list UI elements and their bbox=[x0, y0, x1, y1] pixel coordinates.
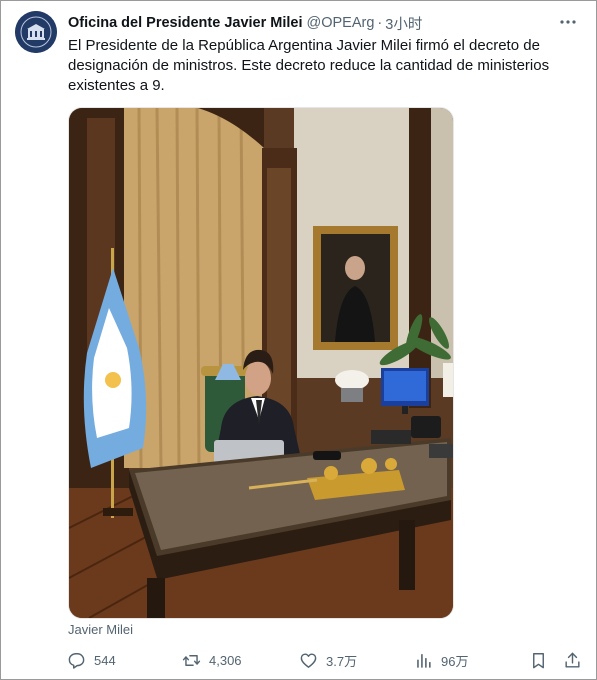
tweet-timestamp[interactable]: 3小时 bbox=[385, 13, 422, 34]
tweet-action-bar: 544 4,306 3.7万 96万 bbox=[67, 649, 587, 671]
tweet-photo[interactable] bbox=[68, 107, 454, 619]
views-icon bbox=[417, 653, 431, 668]
retweet-button[interactable]: 4,306 bbox=[182, 649, 242, 671]
bookmark-icon bbox=[533, 652, 544, 668]
tweet-text: El Presidente de la República Argentina … bbox=[68, 37, 550, 94]
share-icon bbox=[565, 652, 580, 668]
heart-icon bbox=[300, 652, 317, 668]
more-button[interactable] bbox=[558, 12, 578, 32]
header-separator: · bbox=[377, 15, 383, 31]
like-button[interactable]: 3.7万 bbox=[299, 649, 357, 671]
retweet-icon bbox=[182, 654, 201, 666]
media-caption[interactable]: Javier Milei bbox=[68, 622, 133, 637]
share-button[interactable] bbox=[563, 649, 582, 671]
author-name[interactable]: Oficina del Presidente Javier Milei bbox=[68, 15, 303, 31]
presidential-seal-icon bbox=[15, 11, 57, 53]
author-handle[interactable]: @OPEArg bbox=[307, 15, 375, 31]
reply-button[interactable]: 544 bbox=[67, 649, 116, 671]
office-photo-image bbox=[69, 108, 453, 618]
retweet-count: 4,306 bbox=[209, 652, 242, 668]
view-count: 96万 bbox=[441, 653, 469, 669]
tweet-header: Oficina del Presidente Javier Milei @OPE… bbox=[68, 13, 576, 33]
more-icon bbox=[560, 20, 576, 24]
avatar[interactable] bbox=[15, 11, 57, 53]
views-button[interactable]: 96万 bbox=[414, 649, 468, 671]
like-count: 3.7万 bbox=[326, 653, 358, 669]
reply-icon bbox=[68, 652, 85, 669]
tweet-card: Oficina del Presidente Javier Milei @OPE… bbox=[0, 0, 597, 680]
bookmark-button[interactable] bbox=[529, 649, 548, 671]
reply-count: 544 bbox=[94, 652, 116, 668]
